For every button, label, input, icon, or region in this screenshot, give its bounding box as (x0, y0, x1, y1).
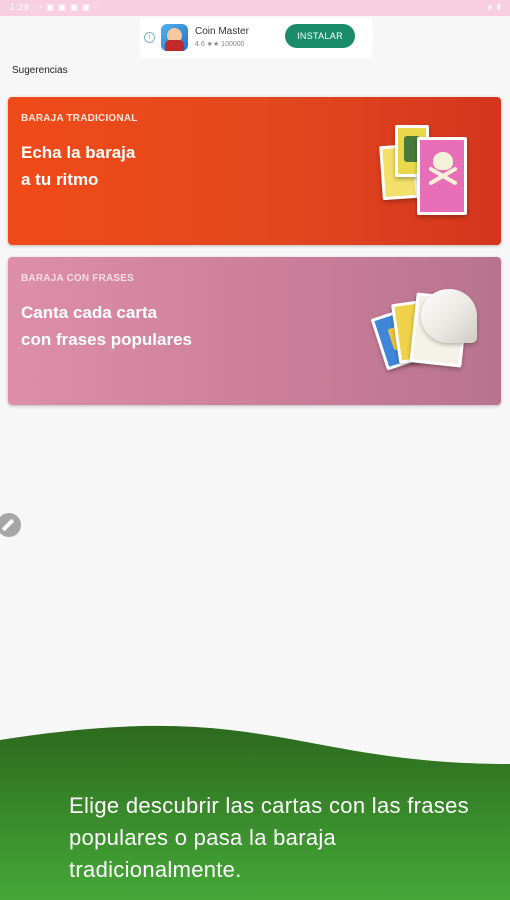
card-label: BARAJA TRADICIONAL (21, 113, 138, 124)
card-headline: Canta cada carta con frases populares (21, 303, 193, 349)
skull-icon (433, 152, 453, 170)
app-icon[interactable] (161, 24, 188, 51)
footer-text: Elige descubrir las cartas con las frase… (69, 793, 469, 882)
card-label: BARAJA CON FRASES (21, 273, 135, 284)
ad-banner[interactable]: i Coin Master 4.6 ★★ 100000 INSTALAR (140, 18, 372, 58)
peeling-card-shape (421, 289, 477, 343)
skull-card (417, 137, 467, 215)
section-title: Sugerencias (12, 65, 68, 76)
card-baraja-con-frases[interactable]: BARAJA CON FRASES Canta cada carta con f… (8, 257, 501, 405)
card-headline: Echa la baraja a tu ritmo (21, 143, 136, 189)
card-baraja-tradicional[interactable]: BARAJA TRADICIONAL Echa la baraja a tu r… (8, 97, 501, 245)
status-bar: 1:28 ◦ ◦ ▣ ▣ ▣ ▣ ◦ ⏵ ▮ (0, 0, 510, 16)
phrase-cards-illustration (370, 277, 477, 387)
pencil-icon[interactable] (0, 513, 21, 537)
status-bar-right: ⏵ ▮ (487, 2, 502, 12)
loteria-cards-illustration (373, 117, 473, 227)
install-button[interactable]: INSTALAR (285, 24, 355, 48)
info-icon[interactable]: i (144, 32, 155, 43)
footer-banner: Elige descubrir las cartas con las frase… (0, 708, 510, 900)
ad-rating: 4.6 ★★ 100000 (195, 41, 245, 48)
ad-title: Coin Master (195, 26, 249, 37)
status-bar-left: 1:28 ◦ ◦ ▣ ▣ ▣ ▣ ◦ (10, 2, 98, 12)
